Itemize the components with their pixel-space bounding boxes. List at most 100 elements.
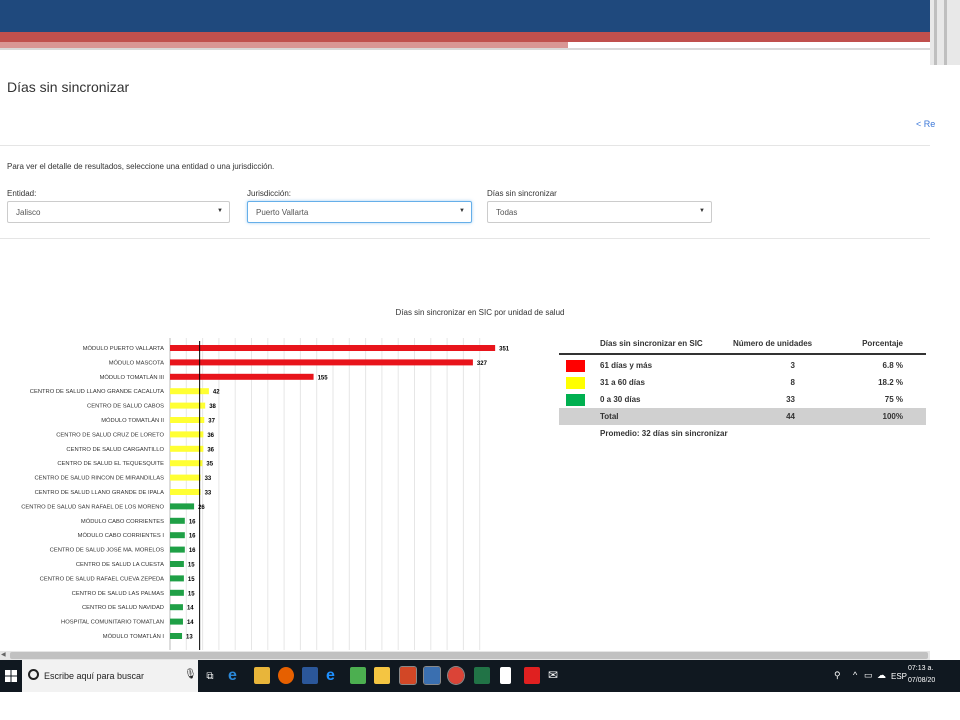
bar[interactable] <box>170 532 185 539</box>
taskbar-search-box[interactable]: Escribe aquí para buscar 🎙 <box>22 660 198 692</box>
cloud-icon[interactable]: ☁ <box>877 670 886 681</box>
clock-time[interactable]: 07:13 a. <box>908 665 933 672</box>
summary-percent: 6.8 % <box>882 361 903 370</box>
notepad-icon[interactable] <box>500 667 511 684</box>
summary-header-row: Días sin sincronizar en SIC Número de un… <box>559 335 926 355</box>
document-icon[interactable] <box>423 666 441 685</box>
bar[interactable] <box>170 489 201 495</box>
word-icon[interactable] <box>302 667 318 684</box>
dias-select[interactable]: Todas ▼ <box>487 201 712 223</box>
summary-header-percent: Porcentaje <box>862 339 903 348</box>
bar[interactable] <box>170 474 201 481</box>
powerpoint-icon[interactable] <box>399 666 417 685</box>
category-label: CENTRO DE SALUD NAVIDAD <box>82 605 164 611</box>
bar[interactable] <box>170 460 203 467</box>
mail-icon[interactable]: ✉ <box>548 667 564 684</box>
value-label: 16 <box>189 534 196 540</box>
people-icon[interactable]: ⚲ <box>834 670 841 681</box>
horizontal-scrollbar[interactable]: ◀ <box>0 651 930 660</box>
search-icon <box>28 669 39 680</box>
value-label: 35 <box>206 462 213 468</box>
clock-date[interactable]: 07/08/20 <box>908 677 935 684</box>
back-link[interactable]: < Re <box>916 119 935 129</box>
header-divider <box>0 48 930 50</box>
header-accent-band <box>0 32 930 42</box>
task-view-icon[interactable]: ⧉ <box>200 660 220 692</box>
chevron-up-icon[interactable]: ^ <box>853 670 857 680</box>
microphone-icon[interactable]: 🎙 <box>184 669 197 680</box>
scrollbar-thumb[interactable] <box>10 652 928 659</box>
file-explorer-icon[interactable] <box>254 667 270 684</box>
category-label: MÓDULO MASCOTA <box>109 359 164 366</box>
category-label: CENTRO DE SALUD JOSÉ MA. MORELOS <box>50 547 164 554</box>
category-label: CENTRO DE SALUD CABOS <box>87 404 164 410</box>
bar[interactable] <box>170 345 496 351</box>
chevron-down-icon: ▼ <box>217 208 223 214</box>
summary-count: 8 <box>790 378 795 387</box>
scroll-left-icon[interactable]: ◀ <box>1 651 6 658</box>
bar[interactable] <box>170 618 183 625</box>
bar[interactable] <box>170 604 183 611</box>
bar[interactable] <box>170 546 185 553</box>
summary-range: 0 a 30 días <box>600 395 641 404</box>
category-label: CENTRO DE SALUD LLANO GRANDE CACALUTA <box>30 389 164 395</box>
summary-row: 61 días y más 3 6.8 % <box>559 357 926 374</box>
divider <box>0 238 930 239</box>
network-icon[interactable]: ▭ <box>864 670 873 681</box>
taskbar-search-placeholder: Escribe aquí para buscar <box>44 671 145 681</box>
bar[interactable] <box>170 517 185 524</box>
value-label: 38 <box>209 404 216 410</box>
category-label: CENTRO DE SALUD LAS PALMAS <box>72 591 164 597</box>
value-label: 15 <box>188 591 195 597</box>
category-label: CENTRO DE SALUD LLANO GRANDE DE IPALA <box>35 490 165 496</box>
bar[interactable] <box>170 373 314 380</box>
value-label: 351 <box>499 347 510 353</box>
bar[interactable] <box>170 503 195 510</box>
category-label: MÓDULO PUERTO VALLARTA <box>83 345 164 352</box>
summary-percent: 75 % <box>884 395 903 404</box>
entidad-select[interactable]: Jalisco ▼ <box>7 201 230 223</box>
chevron-down-icon: ▼ <box>699 208 705 214</box>
page-title: Días sin sincronizar <box>7 79 130 95</box>
category-label: CENTRO DE SALUD SAN RAFAEL DE LOS MORENO <box>21 504 164 510</box>
value-label: 15 <box>188 563 195 569</box>
summary-count: 33 <box>786 395 795 404</box>
jurisdiccion-select-value: Puerto Vallarta <box>256 208 309 217</box>
summary-row: 31 a 60 días 8 18.2 % <box>559 374 926 391</box>
yellow-swatch <box>566 377 585 389</box>
category-label: HOSPITAL COMUNITARIO TOMATLAN <box>61 620 164 626</box>
entidad-select-value: Jalisco <box>16 208 41 217</box>
header-corner-decoration <box>930 0 960 65</box>
language-indicator[interactable]: ESP <box>891 672 907 681</box>
bar[interactable] <box>170 445 204 452</box>
bar[interactable] <box>170 431 204 438</box>
bar[interactable] <box>170 561 184 567</box>
windows-start-icon[interactable] <box>0 660 22 692</box>
bar[interactable] <box>170 417 205 423</box>
category-label: CENTRO DE SALUD RINCON DE MIRANDILLAS <box>35 476 165 482</box>
excel-icon[interactable] <box>474 667 490 684</box>
internet-explorer-icon[interactable]: e <box>326 667 342 684</box>
taskbar: Escribe aquí para buscar 🎙 ⧉ e e ✉ ⚲ ^ ▭… <box>0 660 960 692</box>
value-label: 33 <box>205 491 212 497</box>
store-icon[interactable] <box>374 667 390 684</box>
bar[interactable] <box>170 388 209 395</box>
bar[interactable] <box>170 575 184 582</box>
bar[interactable] <box>170 359 473 366</box>
category-label: CENTRO DE SALUD RAFAEL CUEVA ZEPEDA <box>40 576 164 582</box>
acrobat-icon[interactable] <box>524 667 540 684</box>
chart-title: Días sin sincronizar en SIC por unidad d… <box>395 308 565 317</box>
firefox-icon[interactable] <box>278 667 294 684</box>
photos-icon[interactable] <box>350 667 366 684</box>
edge-icon[interactable]: e <box>228 667 244 684</box>
summary-average-row: Promedio: 32 días sin sincronizar <box>559 425 926 441</box>
header-band <box>0 0 960 32</box>
bar[interactable] <box>170 633 183 639</box>
jurisdiccion-select[interactable]: Puerto Vallarta ▼ <box>247 201 472 223</box>
summary-total-count: 44 <box>786 412 795 421</box>
chevron-down-icon: ▼ <box>459 208 465 214</box>
chrome-icon[interactable] <box>447 666 465 685</box>
bar[interactable] <box>170 589 184 596</box>
summary-average: Promedio: 32 días sin sincronizar <box>600 429 728 438</box>
summary-total-percent: 100% <box>882 412 903 421</box>
